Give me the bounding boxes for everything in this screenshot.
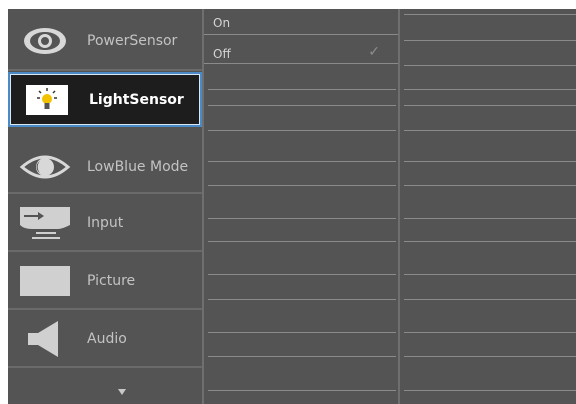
menu-item-picture[interactable]: Picture: [8, 253, 202, 308]
row-divider: [404, 161, 576, 162]
row-divider: [404, 390, 576, 391]
row-divider: [404, 105, 576, 106]
row-divider: [404, 332, 576, 333]
row-divider: [208, 274, 396, 275]
menu-divider: [8, 192, 202, 194]
row-divider: [208, 390, 396, 391]
menu-divider: [8, 250, 202, 252]
submenu-option-on[interactable]: On: [204, 14, 398, 35]
row-divider: [404, 218, 576, 219]
menu-item-label: LowBlue Mode: [87, 158, 189, 175]
row-divider: [208, 185, 396, 186]
monitor-osd: PowerSensor LightSensor LowBlue Mode Inp…: [0, 0, 576, 404]
row-divider: [208, 105, 396, 106]
row-divider: [208, 130, 396, 131]
menu-divider: [8, 69, 202, 71]
menu-item-powersensor[interactable]: PowerSensor: [8, 13, 202, 68]
row-divider: [404, 14, 576, 15]
chevron-down-icon[interactable]: [118, 389, 126, 395]
menu-item-label: LightSensor: [89, 91, 184, 108]
input-icon: [18, 203, 72, 243]
checkmark-icon: ✓: [368, 44, 380, 60]
row-divider: [208, 161, 396, 162]
menu-item-label: Picture: [87, 272, 136, 289]
row-divider: [404, 89, 576, 90]
eye-icon: [18, 147, 72, 187]
menu-item-label: Input: [87, 214, 124, 231]
menu-divider: [8, 308, 202, 310]
row-divider: [208, 89, 396, 90]
row-divider: [404, 356, 576, 357]
row-divider: [208, 356, 396, 357]
column-divider: [398, 9, 400, 404]
row-divider: [404, 130, 576, 131]
light-sensor-icon: [20, 80, 74, 120]
menu-item-lightsensor[interactable]: LightSensor: [8, 72, 202, 127]
row-divider: [208, 299, 396, 300]
row-divider: [404, 274, 576, 275]
row-divider: [208, 332, 396, 333]
power-sensor-icon: [18, 21, 72, 61]
row-divider: [404, 299, 576, 300]
menu-item-audio[interactable]: Audio: [8, 311, 202, 366]
osd-panel: PowerSensor LightSensor LowBlue Mode Inp…: [8, 9, 576, 404]
row-divider: [404, 185, 576, 186]
row-divider: [208, 241, 396, 242]
submenu-option-off[interactable]: Off ✓: [204, 36, 398, 64]
row-divider: [404, 241, 576, 242]
option-label: On: [213, 16, 231, 30]
menu-item-label: Audio: [87, 330, 127, 347]
speaker-icon: [18, 319, 72, 359]
picture-icon: [18, 261, 72, 301]
row-divider: [404, 40, 576, 41]
menu-item-input[interactable]: Input: [8, 195, 202, 250]
menu-item-lowblue-mode[interactable]: LowBlue Mode: [8, 139, 202, 194]
row-divider: [208, 218, 396, 219]
option-label: Off: [213, 47, 231, 61]
menu-divider: [8, 366, 202, 368]
column-divider: [202, 9, 204, 404]
row-divider: [404, 65, 576, 66]
menu-item-label: PowerSensor: [87, 32, 178, 49]
